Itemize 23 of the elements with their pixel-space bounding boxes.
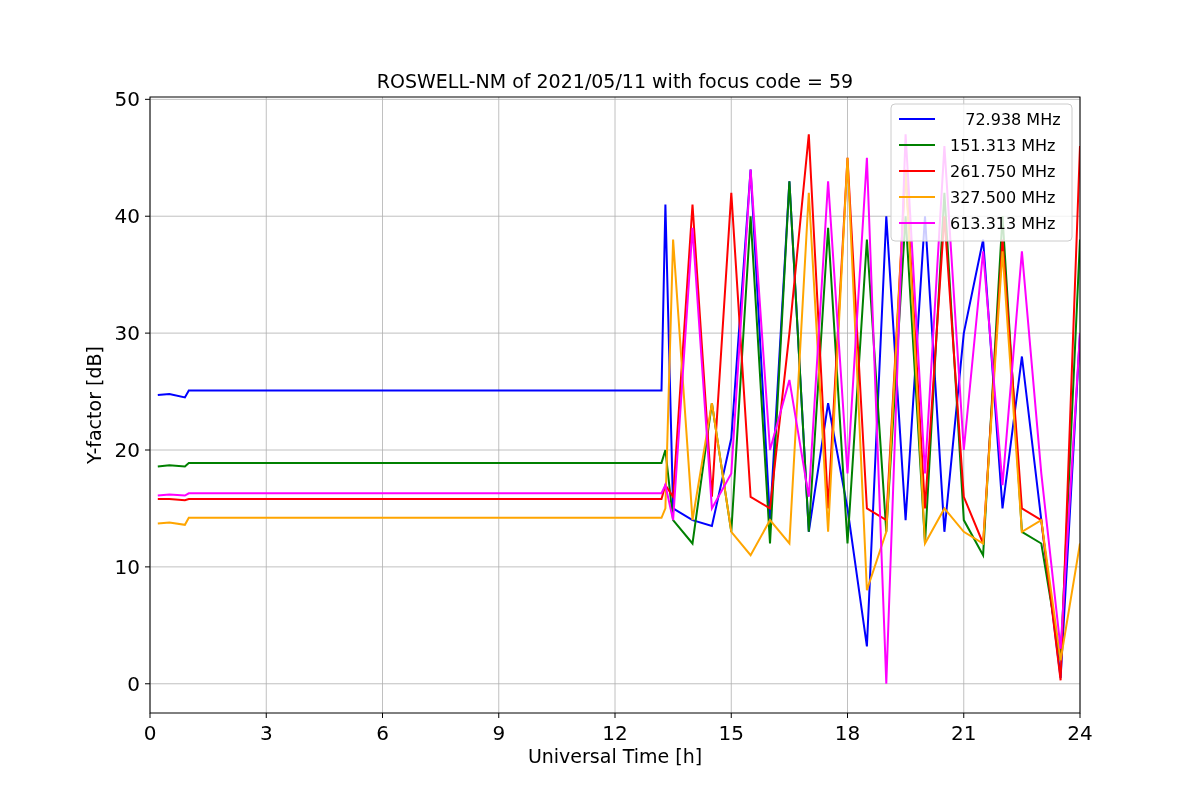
x-axis-label: Universal Time [h] (527, 745, 703, 767)
y-tick-label: 30 (114, 321, 140, 346)
y-tick-label: 0 (127, 671, 140, 696)
y-tick-label: 20 (114, 438, 140, 462)
y-tick-label: 10 (114, 554, 140, 579)
legend-label: 327.500 MHz (950, 188, 1056, 207)
legend-label: 261.750 MHz (950, 162, 1056, 181)
x-tick-label: 15 (718, 721, 744, 745)
chart-title: ROSWELL-NM of 2021/05/11 with focus code = 59 (376, 70, 854, 92)
legend-label: 613.313 MHz (950, 214, 1056, 233)
legend-label: 72.938 MHz (965, 110, 1061, 129)
x-tick-label: 24 (1067, 721, 1093, 745)
x-tick-label: 9 (492, 721, 506, 745)
y-tick-label: 50 (114, 87, 140, 112)
x-tick-label: 12 (602, 721, 628, 745)
x-tick-label: 18 (834, 721, 861, 745)
y-tick-label: 40 (114, 204, 140, 229)
x-tick-label: 3 (259, 721, 273, 745)
x-tick-label: 6 (376, 721, 389, 745)
x-tick-label: 0 (143, 721, 157, 745)
legend-label: 151.313 MHz (950, 136, 1056, 155)
y-axis-label: Y-factor [dB] (83, 346, 105, 464)
x-tick-label: 21 (951, 721, 977, 745)
